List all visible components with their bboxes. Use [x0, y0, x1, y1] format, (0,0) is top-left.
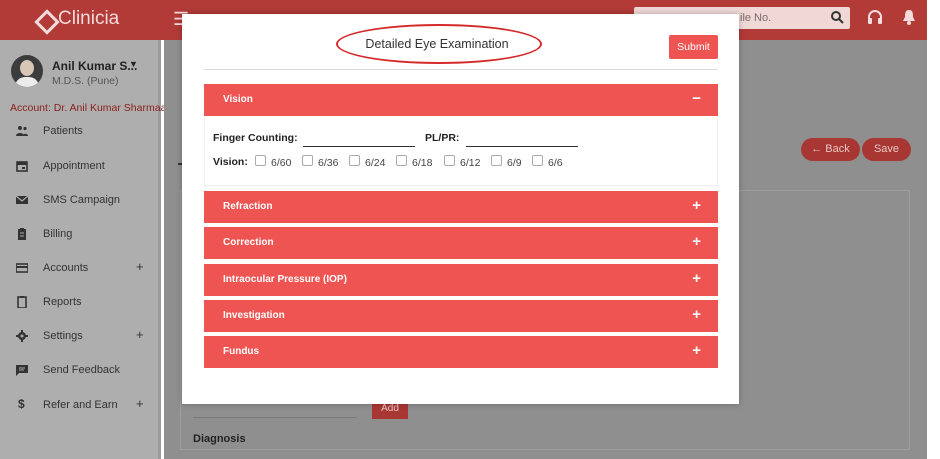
section-correction-header[interactable]: Correction +: [204, 227, 718, 259]
expand-icon[interactable]: +: [692, 306, 701, 323]
gear-icon: [16, 330, 28, 342]
checkbox[interactable]: [255, 155, 266, 166]
sidebar-item-send-feedback[interactable]: Send Feedback: [0, 360, 158, 380]
checkbox-label: 6/12: [460, 157, 481, 169]
user-name[interactable]: Anil Kumar S...: [52, 59, 137, 73]
pl-pr-field[interactable]: [466, 146, 578, 147]
section-label: Vision: [223, 94, 253, 105]
expand-icon[interactable]: +: [692, 233, 701, 250]
section-label: Refraction: [223, 201, 273, 212]
mail-icon: [16, 195, 28, 204]
sidebar-item-billing[interactable]: Billing: [0, 224, 158, 244]
checkbox[interactable]: [349, 155, 360, 166]
eye-exam-modal: Detailed Eye Examination Submit Vision −…: [182, 14, 739, 404]
expand-icon[interactable]: +: [692, 270, 701, 287]
app-name: Clinicia: [58, 8, 120, 29]
people-icon: [16, 126, 28, 136]
checkbox-label: 6/36: [318, 157, 339, 169]
chevron-down-icon[interactable]: ▼: [129, 59, 138, 69]
checkbox[interactable]: [396, 155, 407, 166]
search-placeholder: ile No.: [740, 12, 772, 24]
back-button[interactable]: ← Back: [801, 138, 860, 161]
sidebar-item-appointment[interactable]: Appointment: [0, 156, 158, 176]
sidebar-item-label: Reports: [43, 296, 82, 308]
expand-icon[interactable]: +: [136, 396, 144, 411]
sidebar-item-label: Settings: [43, 330, 83, 342]
sidebar-item-label: SMS Campaign: [43, 194, 121, 206]
section-refraction-header[interactable]: Refraction +: [204, 191, 718, 223]
dollar-icon: $: [18, 397, 25, 411]
checkbox[interactable]: [491, 155, 502, 166]
sidebar-item-label: Send Feedback: [43, 364, 121, 376]
sidebar-item-label: Accounts: [43, 262, 89, 274]
expand-icon[interactable]: +: [692, 342, 701, 359]
account-label: Account: Dr. Anil Kumar Sharmaa: [10, 102, 167, 114]
divider: [204, 69, 718, 70]
vision-label: Vision:: [213, 156, 248, 168]
card-icon: [16, 263, 28, 273]
section-label: Correction: [223, 237, 274, 248]
user-subtitle: M.D.S. (Pune): [52, 75, 119, 87]
feedback-icon: [16, 365, 28, 376]
clipboard-icon: [18, 228, 26, 240]
checkbox-label: 6/6: [548, 157, 563, 169]
search-icon[interactable]: [830, 10, 844, 24]
pl-pr-label: PL/PR:: [425, 132, 460, 144]
sidebar-item-patients[interactable]: Patients: [0, 121, 158, 141]
section-investigation-header[interactable]: Investigation +: [204, 300, 718, 332]
bell-icon[interactable]: [902, 9, 916, 25]
expand-icon[interactable]: +: [692, 197, 701, 214]
section-iop-header[interactable]: Intraocular Pressure (IOP) +: [204, 264, 718, 296]
sidebar-item-sms-campaign[interactable]: SMS Campaign: [0, 190, 158, 210]
diagnosis-label: Diagnosis: [193, 433, 246, 445]
checkbox-label: 6/18: [412, 157, 433, 169]
logo-icon: [36, 11, 52, 27]
section-label: Intraocular Pressure (IOP): [223, 274, 347, 285]
sidebar-item-label: Appointment: [43, 160, 105, 172]
checkbox[interactable]: [444, 155, 455, 166]
section-label: Fundus: [223, 346, 260, 357]
sidebar-item-label: Refer and Earn: [43, 399, 118, 411]
calendar-icon: [16, 161, 28, 172]
sidebar-item-settings[interactable]: Settings +: [0, 326, 158, 346]
checkbox-label: 6/60: [271, 157, 292, 169]
avatar[interactable]: [11, 55, 43, 87]
checkbox[interactable]: [532, 155, 543, 166]
expand-icon[interactable]: +: [136, 327, 144, 342]
section-fundus-header[interactable]: Fundus +: [204, 336, 718, 368]
sidebar: Anil Kumar S... ▼ M.D.S. (Pune) Account:…: [0, 40, 166, 459]
sidebar-item-label: Billing: [43, 228, 73, 240]
sidebar-item-refer-and-earn[interactable]: $ Refer and Earn +: [0, 395, 158, 415]
sidebar-item-accounts[interactable]: Accounts +: [0, 258, 158, 278]
section-vision-body: Finger Counting: PL/PR: Vision: 6/60 6/3…: [204, 117, 718, 186]
checkbox[interactable]: [302, 155, 313, 166]
save-button[interactable]: Save: [862, 138, 911, 161]
sidebar-item-label: Patients: [43, 125, 83, 137]
section-vision-header[interactable]: Vision −: [204, 84, 718, 116]
expand-icon[interactable]: +: [136, 259, 144, 274]
collapse-icon[interactable]: −: [692, 90, 701, 107]
checkbox-label: 6/9: [507, 157, 522, 169]
submit-button[interactable]: Submit: [669, 35, 718, 59]
headset-icon[interactable]: [867, 9, 883, 25]
report-icon: [17, 296, 27, 308]
section-label: Investigation: [223, 310, 285, 321]
annotation-ellipse: [336, 24, 542, 64]
finger-counting-field[interactable]: [303, 146, 415, 147]
app-logo[interactable]: Clinicia: [36, 8, 119, 30]
sidebar-item-reports[interactable]: Reports: [0, 292, 158, 312]
checkbox-label: 6/24: [365, 157, 386, 169]
finger-counting-label: Finger Counting:: [213, 132, 298, 144]
